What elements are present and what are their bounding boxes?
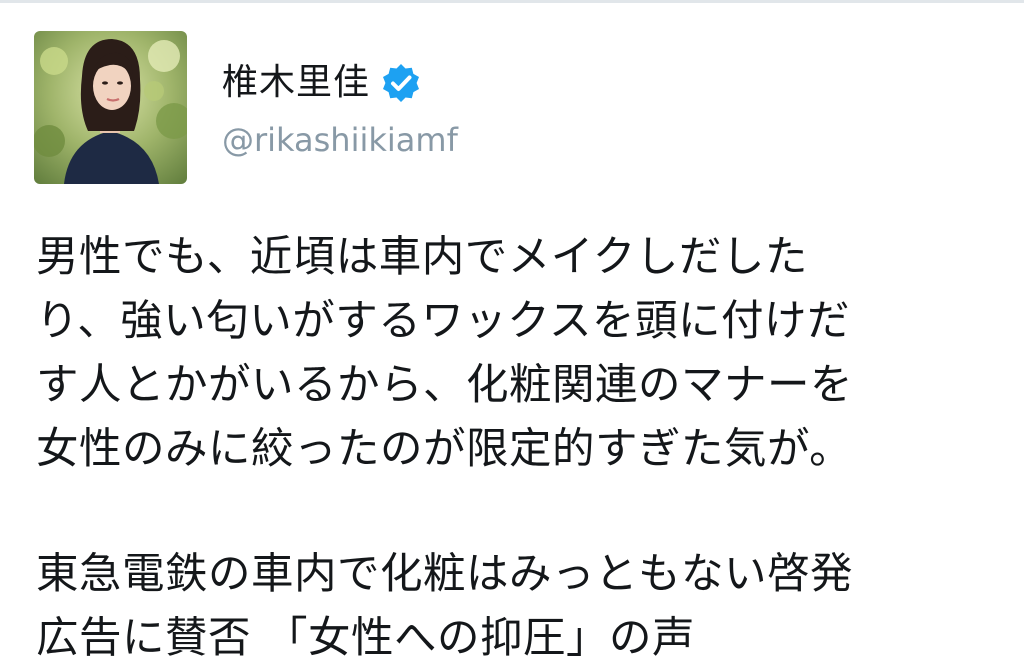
tweet-text: 男性でも、近頃は車内でメイクしだした り、強い匂いがするワックスを頭に付けだ す… [36, 226, 996, 671]
tweet-line: 男性でも、近頃は車内でメイクしだした [36, 233, 808, 282]
tweet-line: 広告に賛否 「女性への抑圧」の声 [36, 614, 696, 663]
tweet-line: す人とかがいるから、化粧関連のマナーを [36, 361, 854, 410]
profile-photo [34, 31, 187, 184]
display-name-row: 椎木里佳 [222, 58, 422, 108]
verified-badge-icon [383, 64, 420, 102]
tweet-line: り、強い匂いがするワックスを頭に付けだ [36, 297, 851, 346]
display-name[interactable]: 椎木里佳 [222, 58, 370, 108]
avatar[interactable] [34, 31, 187, 184]
tweet-line: 東急電鉄の車内で化粧はみっともない啓発 [36, 550, 854, 599]
user-handle[interactable]: @rikashiikiamf [222, 116, 458, 164]
top-divider [0, 0, 1024, 3]
tweet-line: 女性のみに絞ったのが限定的すぎた気が。 [36, 425, 853, 474]
